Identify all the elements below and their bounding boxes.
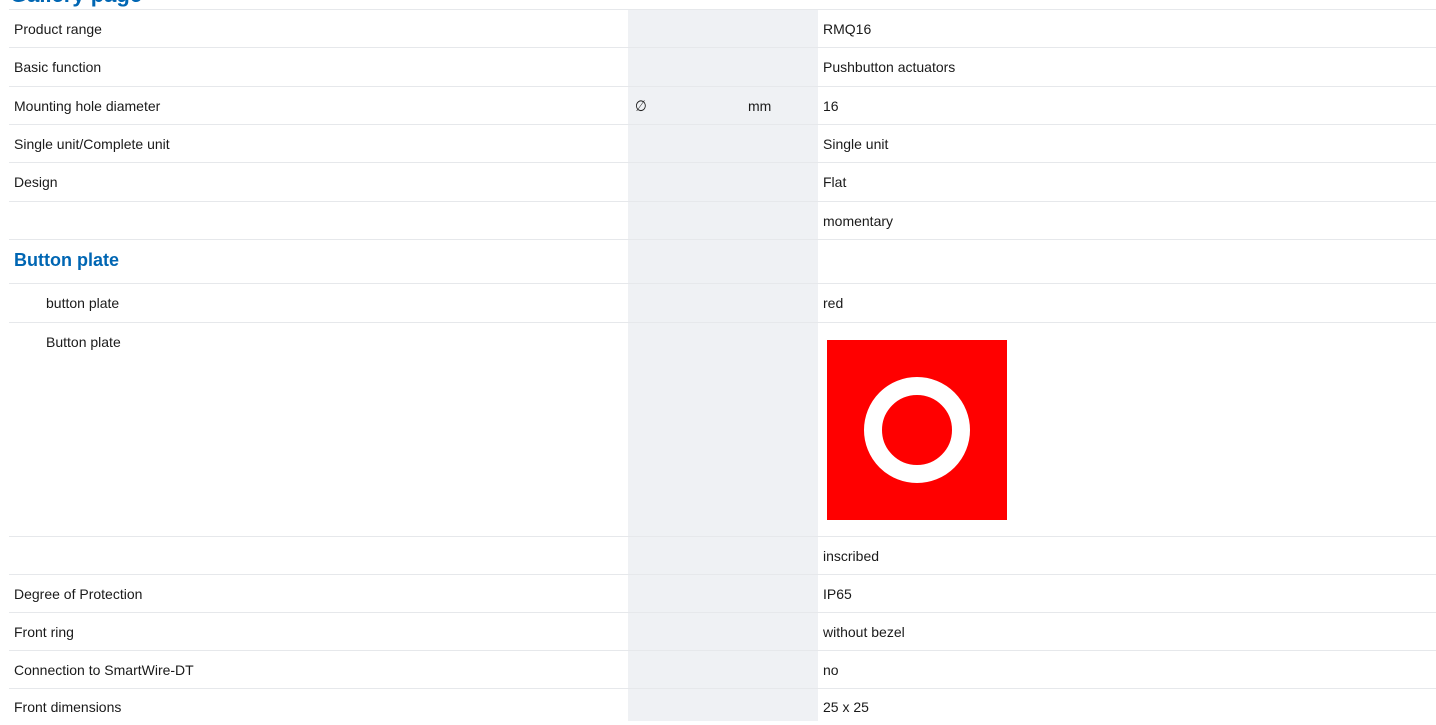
row-label: Basic function: [14, 58, 102, 75]
row-value: no: [823, 661, 839, 678]
row-value: Flat: [823, 173, 847, 190]
spec-row-basic-function: Basic function Pushbutton actuators: [9, 47, 1436, 86]
spec-row-mounting-hole-diameter: Mounting hole diameter ∅ mm 16: [9, 86, 1436, 124]
row-unit: mm: [748, 97, 772, 114]
red-square-ring-icon: [827, 340, 1007, 520]
row-value: Single unit: [823, 135, 889, 152]
row-value: Pushbutton actuators: [823, 58, 956, 75]
diameter-symbol: ∅: [635, 97, 647, 115]
page-heading: Gallery page: [10, 0, 142, 8]
row-label: Front ring: [14, 623, 74, 640]
spec-row-single-complete-unit: Single unit/Complete unit Single unit: [9, 124, 1436, 162]
section-heading-button-plate: Button plate: [9, 239, 1436, 283]
row-label: Design: [14, 173, 58, 190]
spec-row-front-dimensions: Front dimensions 25 x 25: [9, 688, 1436, 721]
row-label: Single unit/Complete unit: [14, 135, 170, 152]
row-label: button plate: [46, 294, 120, 311]
spec-row-button-plate-color: button plate red: [9, 283, 1436, 322]
row-value: without bezel: [823, 623, 905, 640]
section-title: Button plate: [14, 249, 119, 270]
row-value: RMQ16: [823, 20, 872, 37]
row-value: IP65: [823, 585, 852, 602]
spec-row-front-ring: Front ring without bezel: [9, 612, 1436, 650]
row-label: Button plate: [46, 333, 121, 350]
row-value: 25 x 25: [823, 699, 869, 715]
row-value: momentary: [823, 212, 894, 229]
spec-row-inscription: inscribed: [9, 536, 1436, 574]
row-label: Product range: [14, 20, 102, 37]
spec-row-smartwire-connection: Connection to SmartWire-DT no: [9, 650, 1436, 688]
spec-row-button-plate-pictogram: Button plate: [9, 322, 1436, 536]
spec-row-design-type: momentary: [9, 201, 1436, 239]
spec-row-degree-of-protection: Degree of Protection IP65: [9, 574, 1436, 612]
row-value: red: [823, 294, 844, 311]
spec-row-product-range: Product range RMQ16: [9, 9, 1436, 47]
row-label: Degree of Protection: [14, 585, 143, 602]
row-label: Connection to SmartWire-DT: [14, 661, 194, 678]
row-value: 16: [823, 97, 839, 114]
row-label: Front dimensions: [14, 699, 122, 715]
spec-row-design: Design Flat: [9, 162, 1436, 201]
row-label: Mounting hole diameter: [14, 97, 161, 114]
row-value: inscribed: [823, 547, 880, 564]
